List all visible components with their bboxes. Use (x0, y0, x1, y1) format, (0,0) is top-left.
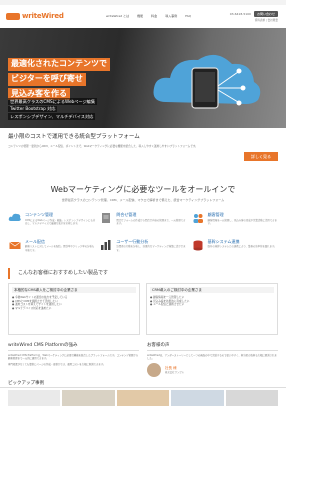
pickup-thumbnail[interactable] (8, 390, 61, 407)
hero-feature-1: 世界最高クラスのCMSによるWebページ編集 (8, 98, 98, 105)
cloud-icon (8, 214, 21, 222)
header-right: 03-6418-5100 お問い合わせ 資料請求 | 会社概要 (229, 10, 278, 23)
hero-line-2: ビジターを呼び寄せ (8, 72, 86, 86)
logo-mark-icon (6, 13, 20, 20)
tool-user-behavior-analysis[interactable]: ユーザー行動分析 訪問者の行動を分析し、効果的なマーケティング施策に活かせます。 (99, 239, 186, 252)
tool-desc: 問合せフォームの作成から問合せ内容の管理まで、一元管理できます。 (116, 218, 186, 225)
phone-number: 03-6418-5100 (229, 11, 251, 16)
hero-banner: 最適化されたコンテンツで ビジターを呼び寄せ 見込み客を作る 世界最高クラスのC… (0, 28, 286, 128)
list-item: ● マルチデバイス対応を進めたい (12, 306, 52, 310)
site-header: writeWired writeWired とは 機能 料金 導入事例 FAQ … (0, 5, 286, 28)
envelope-icon (9, 241, 21, 250)
nav-item-cases[interactable]: 導入事例 (165, 14, 177, 18)
nav-item-faq[interactable]: FAQ (185, 14, 191, 18)
tool-title: 基幹システム連携 (207, 239, 240, 245)
pickup-thumbnail[interactable] (171, 390, 224, 407)
tool-title: 問合せ管理 (116, 212, 137, 218)
recommend-section: 本格的なCMS導入をご検討中の企業さま ● 今後Webサイトの運営の拡大を予定し… (0, 282, 286, 335)
pickup-title: ピックアップ事例 (0, 381, 286, 389)
hero-headline: 最適化されたコンテンツで ビジターを呼び寄せ 見込み客を作る (8, 58, 110, 101)
tool-mail-delivery[interactable]: メール配信 顧客リストに対してメールを配信。開封率やクリック率の分析も可能です。 (8, 239, 95, 252)
voice-person: 社長 様 株式会社サンプル (147, 363, 278, 378)
strength-column: writeWired CMS Platformの強み writeWired CM… (8, 343, 139, 378)
nav-item-pricing[interactable]: 料金 (151, 14, 157, 18)
strength-title: writeWired CMS Platformの強み (8, 343, 139, 351)
intro-title: 最小限のコストで運用できる統合型プラットフォーム (8, 134, 140, 140)
tool-customer-management[interactable]: 顧客管理 顧客情報を一元管理し、見込み客の育成や営業活動に活用できます。 (191, 212, 278, 225)
hero-line-1: 最適化されたコンテンツで (8, 58, 110, 71)
nav-item-features[interactable]: 機能 (137, 14, 143, 18)
recommend-title: こんなお客様におすすめしたい製品です (8, 267, 278, 279)
details-button[interactable]: 詳しく見る (244, 152, 278, 162)
pickup-thumbnail[interactable] (62, 390, 115, 407)
intro-section: 最小限のコストで運用できる統合型プラットフォーム コンテンツの管理・更新からCR… (0, 128, 286, 167)
main-nav: writeWired とは 機能 料金 導入事例 FAQ (106, 14, 191, 18)
strength-paragraph-1: writeWired CMS Platformは、Webマーケティングに必要な機… (8, 353, 139, 360)
contact-button[interactable]: お問い合わせ (253, 10, 278, 17)
strength-voice-section: writeWired CMS Platformの強み writeWired CM… (0, 335, 286, 378)
tool-system-integration[interactable]: 基幹システム連携 既存の基幹システムとの連携により、業務の効率化を図れます。 (191, 239, 278, 252)
tool-desc: 訪問者の行動を分析し、効果的なマーケティング施策に活かせます。 (116, 245, 186, 252)
bar-chart-icon (101, 240, 111, 251)
hero-feature-2: Twitter Bootstrap 対応 (8, 105, 58, 113)
avatar (147, 363, 161, 378)
tool-content-management[interactable]: コンテンツ管理 CMSによるWebページ作成・編集。レスポンシブデザインにも対応… (8, 212, 95, 225)
pickup-thumbnail[interactable] (225, 390, 279, 407)
tool-title: ユーザー行動分析 (116, 239, 149, 245)
tool-desc: CMSによるWebページ作成・編集。レスポンシブデザインにも対応し、マルチデバイ… (25, 218, 96, 225)
recommend-crm-box: CRM導入のご検討中の企業さま ● 顧客情報を一元管理したい ● 見込み客を効果… (146, 282, 278, 335)
tool-desc: 既存の基幹システムとの連携により、業務の効率化を図れます。 (207, 245, 277, 249)
tool-desc: 顧客情報を一元管理し、見込み客の育成や営業活動に活用できます。 (207, 218, 277, 225)
header-links[interactable]: 資料請求 | 会社概要 (255, 19, 278, 23)
tool-title: 顧客管理 (207, 212, 224, 218)
tool-title: メール配信 (25, 239, 45, 245)
voice-column: お客様の声 writeWiredは、アンダーストーリーとして一つの画面の中で完結… (147, 343, 278, 378)
tool-desc: 顧客リストに対してメールを配信。開封率やクリック率の分析も可能です。 (25, 245, 95, 252)
recommend-cms-box: 本格的なCMS導入をご検討中の企業さま ● 今後Webサイトの運営の拡大を予定し… (8, 282, 140, 335)
logo-text: writeWired (22, 11, 64, 20)
pickup-thumbnail[interactable] (116, 390, 170, 407)
recommend-cms-heading: 本格的なCMS導入をご検討中の企業さま (12, 286, 136, 294)
nav-item-about[interactable]: writeWired とは (106, 14, 129, 18)
list-item: ● メール配信と連携させたい (150, 303, 185, 307)
database-icon (193, 240, 203, 251)
tool-inquiry-management[interactable]: 問合せ管理 問合せフォームの作成から問合せ内容の管理まで、一元管理できます。 (99, 212, 186, 225)
pickup-row (0, 388, 286, 408)
strength-paragraph-2: 専門知識がなくても簡単にページの作成・更新ができ、運用コストを大幅に削減できます… (8, 363, 106, 367)
voice-body: writeWiredは、アンダーストーリーとして一つの画面の中で完結するので使い… (147, 353, 277, 360)
intro-body: コンテンツの管理・更新からCRM、メール配信、ポイントまで、Webマーケティング… (8, 145, 198, 149)
tools-grid: コンテンツ管理 CMSによるWebページ作成・編集。レスポンシブデザインにも対応… (0, 202, 286, 262)
people-icon (193, 214, 203, 224)
hero-feature-3: レスポンシブデザイン、マルチデバイス対応 (8, 113, 96, 121)
tool-title: コンテンツ管理 (25, 212, 53, 218)
hero-features: 世界最高クラスのCMSによるWebページ編集 Twitter Bootstrap… (8, 98, 98, 121)
voice-title: お客様の声 (147, 343, 278, 351)
logo[interactable]: writeWired (6, 12, 66, 21)
contact-area: 03-6418-5100 お問い合わせ (229, 10, 278, 17)
voice-company: 株式会社サンプル (165, 370, 185, 374)
cloud-device-illustration-icon (153, 54, 261, 109)
document-icon (102, 213, 111, 224)
recommend-crm-heading: CRM導入のご検討中の企業さま (150, 286, 274, 294)
tools-title: Webマーケティングに必要なツールをオールインで (50, 185, 236, 195)
